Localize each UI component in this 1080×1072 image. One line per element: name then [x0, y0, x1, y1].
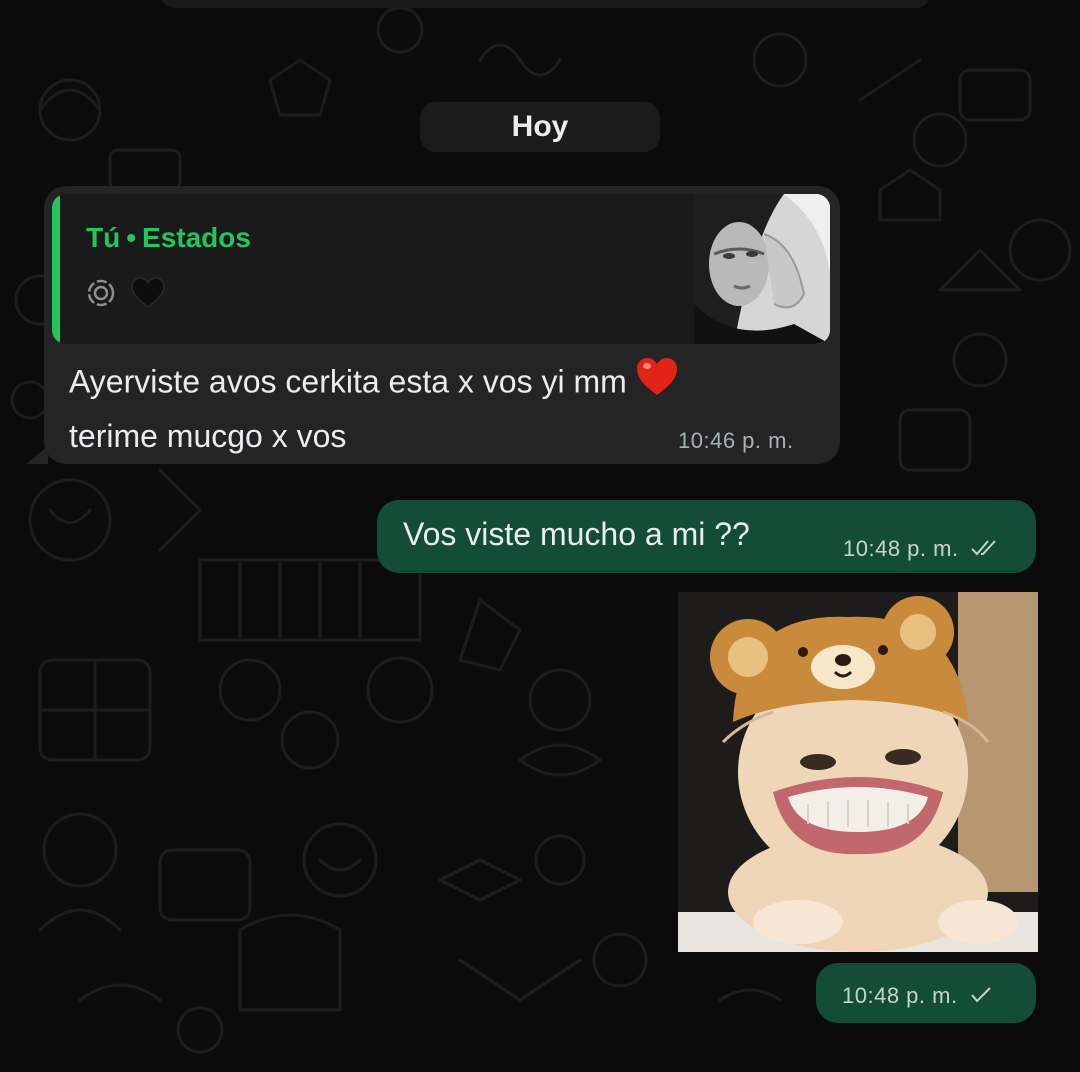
- quote-author-name: Tú: [86, 222, 121, 253]
- previous-bubble-edge: [160, 0, 930, 8]
- quote-accent-bar: [52, 194, 60, 344]
- sticker-timestamp: 10:48 p. m.: [842, 983, 958, 1008]
- quote-separator: •: [126, 222, 137, 253]
- red-heart-icon: [635, 356, 679, 412]
- bubble-tail: [26, 446, 48, 464]
- cat-bear-hat-sticker[interactable]: [678, 592, 1038, 952]
- quote-author: Tú • Estados: [86, 222, 251, 254]
- quoted-status-reply[interactable]: Tú • Estados: [52, 194, 830, 344]
- date-separator: Hoy: [420, 102, 660, 152]
- outgoing-timestamp: 10:48 p. m.: [843, 536, 959, 561]
- status-thumbnail: [694, 194, 830, 344]
- quote-source: Estados: [142, 222, 251, 253]
- double-check-icon: [971, 537, 1001, 563]
- outgoing-message-bubble[interactable]: Vos viste mucho a mi ?? 10:48 p. m.: [377, 500, 1036, 573]
- incoming-text-line2: terime mucgo x vos: [69, 418, 347, 454]
- outgoing-message-text: Vos viste mucho a mi ??: [403, 516, 750, 552]
- black-heart-icon: [130, 276, 166, 315]
- date-separator-label: Hoy: [511, 110, 569, 143]
- quote-icons: [86, 276, 166, 315]
- status-ring-icon: [86, 278, 116, 313]
- single-check-icon: [970, 984, 992, 1010]
- incoming-timestamp: 10:46 p. m.: [678, 428, 794, 453]
- incoming-message-bubble[interactable]: Tú • Estados Ayerviste avos cerkita esta…: [26, 186, 840, 464]
- sticker-timestamp-bubble: 10:48 p. m.: [816, 963, 1036, 1023]
- sticker-timestamp-row: 10:48 p. m.: [842, 983, 992, 1010]
- incoming-text-line1: Ayerviste avos cerkita esta x vos yi mm: [69, 363, 627, 400]
- outgoing-timestamp-row: 10:48 p. m.: [843, 536, 1001, 563]
